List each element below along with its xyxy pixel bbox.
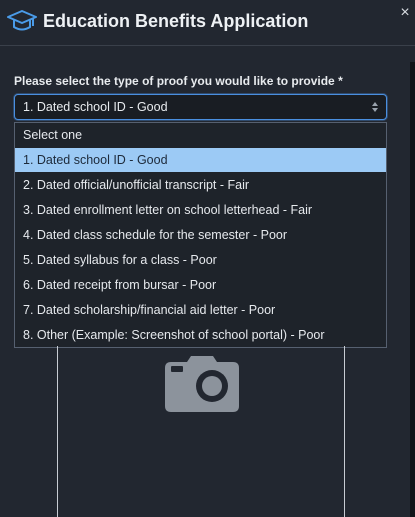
- dropdown-option[interactable]: 4. Dated class schedule for the semester…: [15, 223, 386, 247]
- proof-type-dropdown: Select one 1. Dated school ID - Good 2. …: [14, 122, 387, 348]
- dropdown-option[interactable]: 5. Dated syllabus for a class - Poor: [15, 248, 386, 272]
- graduation-cap-icon: [7, 10, 37, 31]
- dropdown-option[interactable]: 3. Dated enrollment letter on school let…: [15, 198, 386, 222]
- close-icon[interactable]: ×: [397, 5, 413, 21]
- modal-title: Education Benefits Application: [43, 11, 309, 31]
- camera-icon: [165, 356, 239, 412]
- education-benefits-modal: Education Benefits Application × Please …: [0, 0, 415, 517]
- proof-type-selected-value: 1. Dated school ID - Good: [23, 100, 168, 114]
- dropdown-option[interactable]: Select one: [15, 123, 386, 147]
- proof-type-select[interactable]: 1. Dated school ID - Good: [14, 94, 387, 120]
- dropdown-option[interactable]: 7. Dated scholarship/financial aid lette…: [15, 298, 386, 322]
- dropdown-option[interactable]: 2. Dated official/unofficial transcript …: [15, 173, 386, 197]
- proof-type-label: Please select the type of proof you woul…: [14, 74, 343, 88]
- modal-header: Education Benefits Application ×: [0, 0, 415, 46]
- select-arrows-icon: [372, 102, 378, 112]
- scrollbar-track[interactable]: [410, 62, 415, 517]
- dropdown-option[interactable]: 8. Other (Example: Screenshot of school …: [15, 323, 386, 347]
- dropdown-option-highlighted[interactable]: 1. Dated school ID - Good: [15, 148, 386, 172]
- dropdown-option[interactable]: 6. Dated receipt from bursar - Poor: [15, 273, 386, 297]
- photo-upload-area[interactable]: [57, 346, 345, 517]
